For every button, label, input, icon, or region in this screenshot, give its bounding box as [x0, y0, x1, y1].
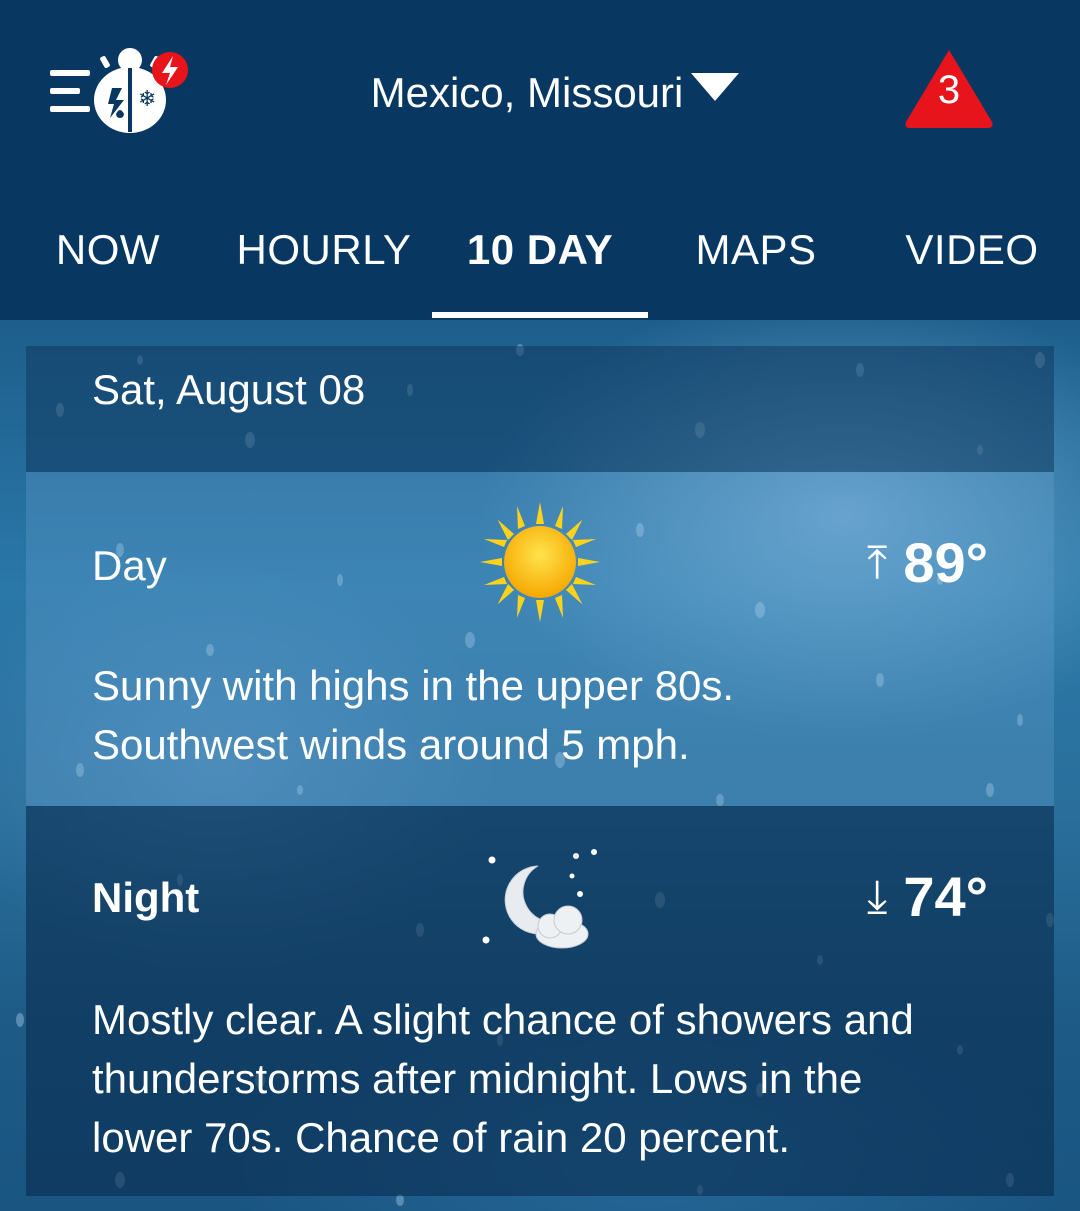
day-temp-value: 89° [903, 531, 988, 594]
sun-icon [480, 502, 600, 622]
night-forecast-card[interactable]: Night ⤓ 74° Mostly clear. A slight chanc… [26, 806, 1054, 1196]
location-name: Mexico, Missouri [370, 69, 684, 116]
night-description: Mostly clear. A slight chance of showers… [92, 990, 1022, 1167]
high-arrow-icon: ⤒ [866, 535, 888, 588]
night-description-line: lower 70s. Chance of rain 20 percent. [92, 1114, 791, 1161]
caret-down-icon [691, 73, 740, 101]
alert-count-badge: 3 [937, 68, 961, 112]
tab-now-label: NOW [55, 226, 161, 273]
date-header: Sat, August 08 [26, 346, 1054, 472]
low-arrow-icon: ⤓ [866, 869, 888, 922]
tab-video-label: VIDEO [905, 226, 1039, 273]
forecast-content[interactable]: Sat, August 08 Day ⤒ 89° Sunny with high… [0, 320, 1080, 1211]
day-description-line: Southwest winds around 5 mph. [92, 721, 690, 768]
lightning-badge-icon [152, 52, 188, 88]
tab-now[interactable]: NOW [40, 220, 176, 320]
hamburger-icon [50, 70, 90, 112]
day-label: Day [92, 542, 167, 589]
location-selector[interactable]: Mexico, Missouri [340, 62, 770, 124]
tab-maps-label: MAPS [695, 226, 817, 273]
forecast-date: Sat, August 08 [92, 366, 366, 413]
night-low-temp: ⤓ 74° [867, 864, 988, 929]
tab-hourly-label: HOURLY [236, 226, 412, 273]
night-label: Night [92, 874, 200, 921]
day-description: Sunny with highs in the upper 80s. South… [92, 656, 1022, 774]
tab-maps[interactable]: MAPS [684, 220, 828, 320]
tab-hourly[interactable]: HOURLY [236, 220, 412, 320]
alerts-button[interactable]: 3 [902, 46, 996, 130]
tab-10-day-label: 10 DAY [466, 226, 614, 273]
active-tab-indicator [432, 312, 648, 318]
night-description-line: Mostly clear. A slight chance of showers… [92, 996, 914, 1043]
tab-10-day[interactable]: 10 DAY [440, 220, 640, 320]
tab-video[interactable]: VIDEO [900, 220, 1044, 320]
day-forecast-card[interactable]: Day ⤒ 89° Sunny with highs in the upper … [26, 472, 1054, 806]
moon-cloud-icon [482, 849, 597, 949]
day-description-line: Sunny with highs in the upper 80s. [92, 662, 735, 709]
tab-bar: NOW HOURLY 10 DAY MAPS VIDEO [0, 200, 1080, 320]
app-header: ❄ Mexico, Missouri 3 NOW HOURLY 10 DAY M… [0, 0, 1080, 320]
day-high-temp: ⤒ 89° [867, 530, 988, 595]
night-temp-value: 74° [903, 865, 988, 928]
menu-button[interactable]: ❄ [46, 48, 196, 138]
svg-text:❄: ❄ [138, 87, 156, 112]
night-description-line: thunderstorms after midnight. Lows in th… [92, 1055, 863, 1102]
